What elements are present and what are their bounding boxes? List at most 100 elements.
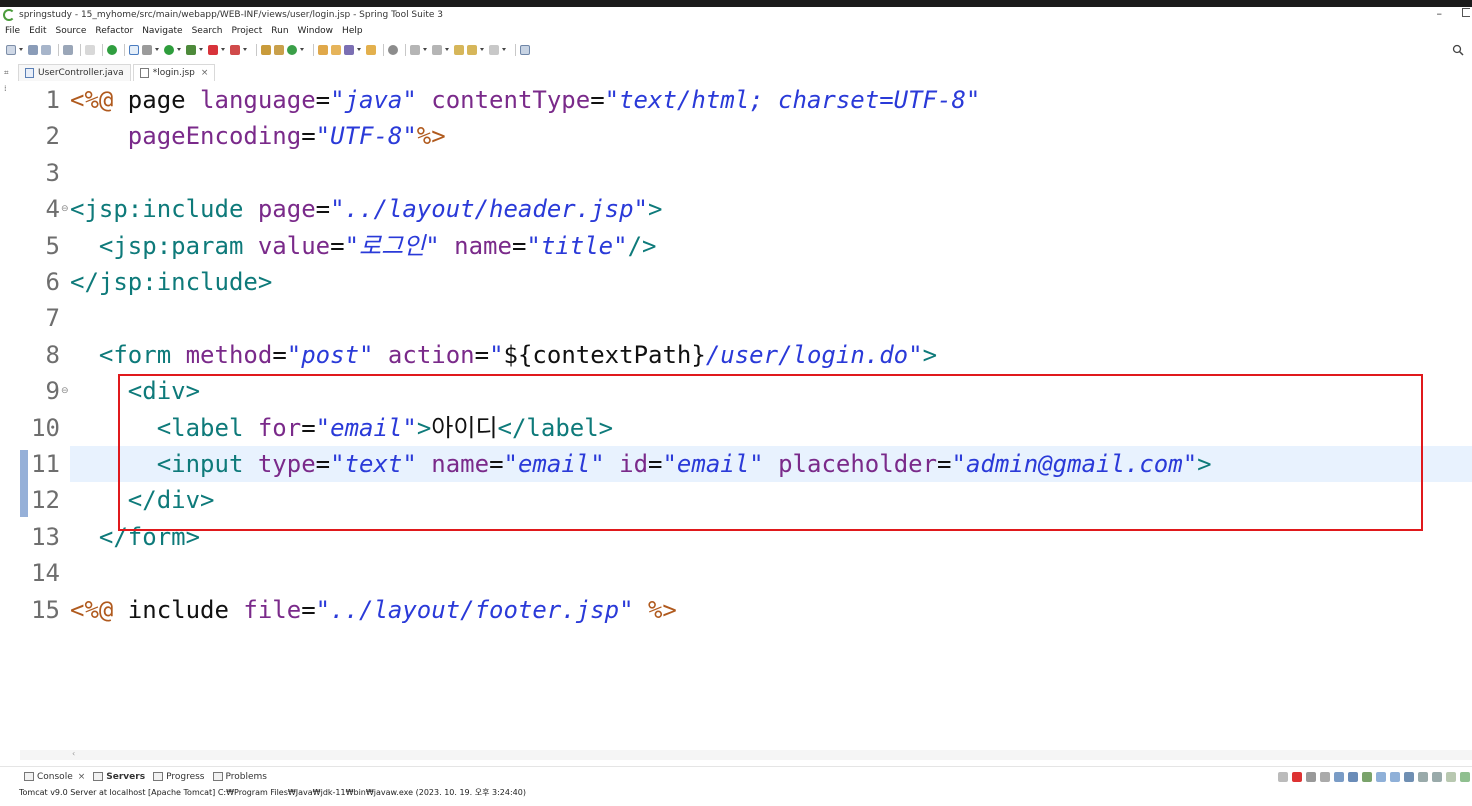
- code-token-tag: >: [647, 195, 663, 224]
- code-line[interactable]: 15 <%@ include file="../layout/footer.jsp…: [20, 592, 1472, 628]
- menu-source[interactable]: Source: [56, 26, 87, 36]
- stop-server-icon[interactable]: [208, 45, 218, 55]
- forward-dropdown-icon[interactable]: [502, 48, 506, 52]
- fold-toggle-icon[interactable]: ⊖: [61, 191, 69, 227]
- search-tool-icon[interactable]: [344, 45, 354, 55]
- menu-search[interactable]: Search: [192, 26, 223, 36]
- close-icon[interactable]: ×: [201, 68, 209, 78]
- open-task-icon[interactable]: [331, 45, 341, 55]
- menu-help[interactable]: Help: [342, 26, 363, 36]
- save-icon[interactable]: [28, 45, 38, 55]
- code-line[interactable]: 4 <jsp:include page="../layout/header.jsp…: [20, 191, 1472, 227]
- code-line[interactable]: 6 </jsp:include>: [20, 264, 1472, 300]
- code-line[interactable]: 14: [20, 555, 1472, 591]
- scroll-left-arrow-icon[interactable]: ‹: [72, 749, 75, 758]
- spring-boot-icon[interactable]: [107, 45, 117, 55]
- show-on-stdout-icon[interactable]: [1376, 772, 1386, 782]
- code-line[interactable]: 5 <jsp:param value="로그인" name="title"/>: [20, 228, 1472, 264]
- last-edit-location-icon[interactable]: [454, 45, 464, 55]
- publish-dropdown-icon[interactable]: [243, 48, 247, 52]
- code-line[interactable]: 13 </form>: [20, 519, 1472, 555]
- tab-usercontroller-java[interactable]: UserController.java: [18, 64, 131, 81]
- minimize-button[interactable]: –: [1437, 7, 1443, 20]
- server-dropdown-icon[interactable]: [221, 48, 225, 52]
- menu-file[interactable]: File: [5, 26, 20, 36]
- code-line[interactable]: 1 <%@ page language="java" contentType="t…: [20, 82, 1472, 118]
- back-dropdown-icon[interactable]: [480, 48, 484, 52]
- scroll-lock-icon[interactable]: [1348, 772, 1358, 782]
- previous-annotation-icon[interactable]: [432, 45, 442, 55]
- outline-view-icon[interactable]: ⁞: [4, 84, 7, 93]
- new-package-icon[interactable]: [274, 45, 284, 55]
- tab-problems[interactable]: Problems: [212, 772, 267, 782]
- open-console-icon[interactable]: [1432, 772, 1442, 782]
- new-file-icon[interactable]: [6, 45, 16, 55]
- external-tools-dropdown-icon[interactable]: [199, 48, 203, 52]
- remove-launch-icon[interactable]: [1306, 772, 1316, 782]
- tab-console[interactable]: Console ×: [24, 772, 85, 782]
- code-token-plain: 아이디: [431, 413, 498, 442]
- line-number: 5: [45, 231, 60, 260]
- new-class-icon[interactable]: [287, 45, 297, 55]
- code-line[interactable]: 10 <label for="email">아이디</label>: [20, 410, 1472, 446]
- horizontal-scrollbar[interactable]: ‹: [20, 749, 1472, 760]
- tab-progress[interactable]: Progress: [153, 772, 205, 782]
- back-icon[interactable]: [467, 45, 477, 55]
- menu-edit[interactable]: Edit: [29, 26, 46, 36]
- menu-run[interactable]: Run: [271, 26, 288, 36]
- open-folder-icon[interactable]: [366, 45, 376, 55]
- code-line[interactable]: 3: [20, 155, 1472, 191]
- run-icon[interactable]: [164, 45, 174, 55]
- new-dropdown-icon[interactable]: [19, 48, 23, 52]
- fold-toggle-icon[interactable]: ⊖: [61, 373, 69, 409]
- terminate-icon[interactable]: [1278, 772, 1288, 782]
- search-icon[interactable]: [1452, 44, 1464, 56]
- show-on-stderr-icon[interactable]: [1390, 772, 1400, 782]
- next-annotation-icon[interactable]: [410, 45, 420, 55]
- pin-editor-icon[interactable]: [520, 45, 530, 55]
- word-wrap-icon[interactable]: [1362, 772, 1372, 782]
- debug-icon[interactable]: [142, 45, 152, 55]
- run-dropdown-icon[interactable]: [177, 48, 181, 52]
- new-class-dropdown-icon[interactable]: [300, 48, 304, 52]
- clear-console-icon[interactable]: [1334, 772, 1344, 782]
- debug-dropdown-icon[interactable]: [155, 48, 159, 52]
- menu-window[interactable]: Window: [298, 26, 334, 36]
- minimized-view-icon[interactable]: ⌗: [4, 68, 9, 78]
- tab-servers[interactable]: Servers: [93, 772, 145, 782]
- code-editor[interactable]: 1 <%@ page language="java" contentType="t…: [20, 82, 1472, 750]
- code-line[interactable]: 7: [20, 300, 1472, 336]
- tab-label: Servers: [106, 771, 146, 782]
- tab-login-jsp[interactable]: *login.jsp ×: [132, 64, 216, 81]
- close-icon[interactable]: ×: [78, 772, 86, 782]
- toggle-breadcrumb-icon[interactable]: [388, 45, 398, 55]
- minimize-view-icon[interactable]: [1446, 772, 1456, 782]
- pin-console-icon[interactable]: [1404, 772, 1414, 782]
- code-line[interactable]: 2 pageEncoding="UTF-8"%>: [20, 118, 1472, 154]
- next-annotation-dropdown-icon[interactable]: [423, 48, 427, 52]
- save-all-icon[interactable]: [41, 45, 51, 55]
- restore-button[interactable]: [1462, 8, 1470, 17]
- maximize-view-icon[interactable]: [1460, 772, 1470, 782]
- new-java-project-icon[interactable]: [261, 45, 271, 55]
- previous-annotation-dropdown-icon[interactable]: [445, 48, 449, 52]
- publish-icon[interactable]: [230, 45, 240, 55]
- open-type-icon[interactable]: [318, 45, 328, 55]
- code-line[interactable]: 12 </div>: [20, 482, 1472, 518]
- search-dropdown-icon[interactable]: [357, 48, 361, 52]
- print-icon[interactable]: [63, 45, 73, 55]
- menu-refactor[interactable]: Refactor: [95, 26, 133, 36]
- menu-project[interactable]: Project: [231, 26, 262, 36]
- menu-navigate[interactable]: Navigate: [142, 26, 182, 36]
- run-external-tools-icon[interactable]: [186, 45, 196, 55]
- display-console-icon[interactable]: [1418, 772, 1428, 782]
- stop-icon[interactable]: [1292, 772, 1302, 782]
- remove-all-icon[interactable]: [1320, 772, 1330, 782]
- code-line[interactable]: 8 <form method="post" action="${contextP…: [20, 337, 1472, 373]
- code-line[interactable]: 11 <input type="text" name="email" id="e…: [20, 446, 1472, 482]
- toggle-mark-icon[interactable]: [85, 45, 95, 55]
- forward-icon[interactable]: [489, 45, 499, 55]
- code-line[interactable]: 9 <div>: [20, 373, 1472, 409]
- refresh-icon[interactable]: [129, 45, 139, 55]
